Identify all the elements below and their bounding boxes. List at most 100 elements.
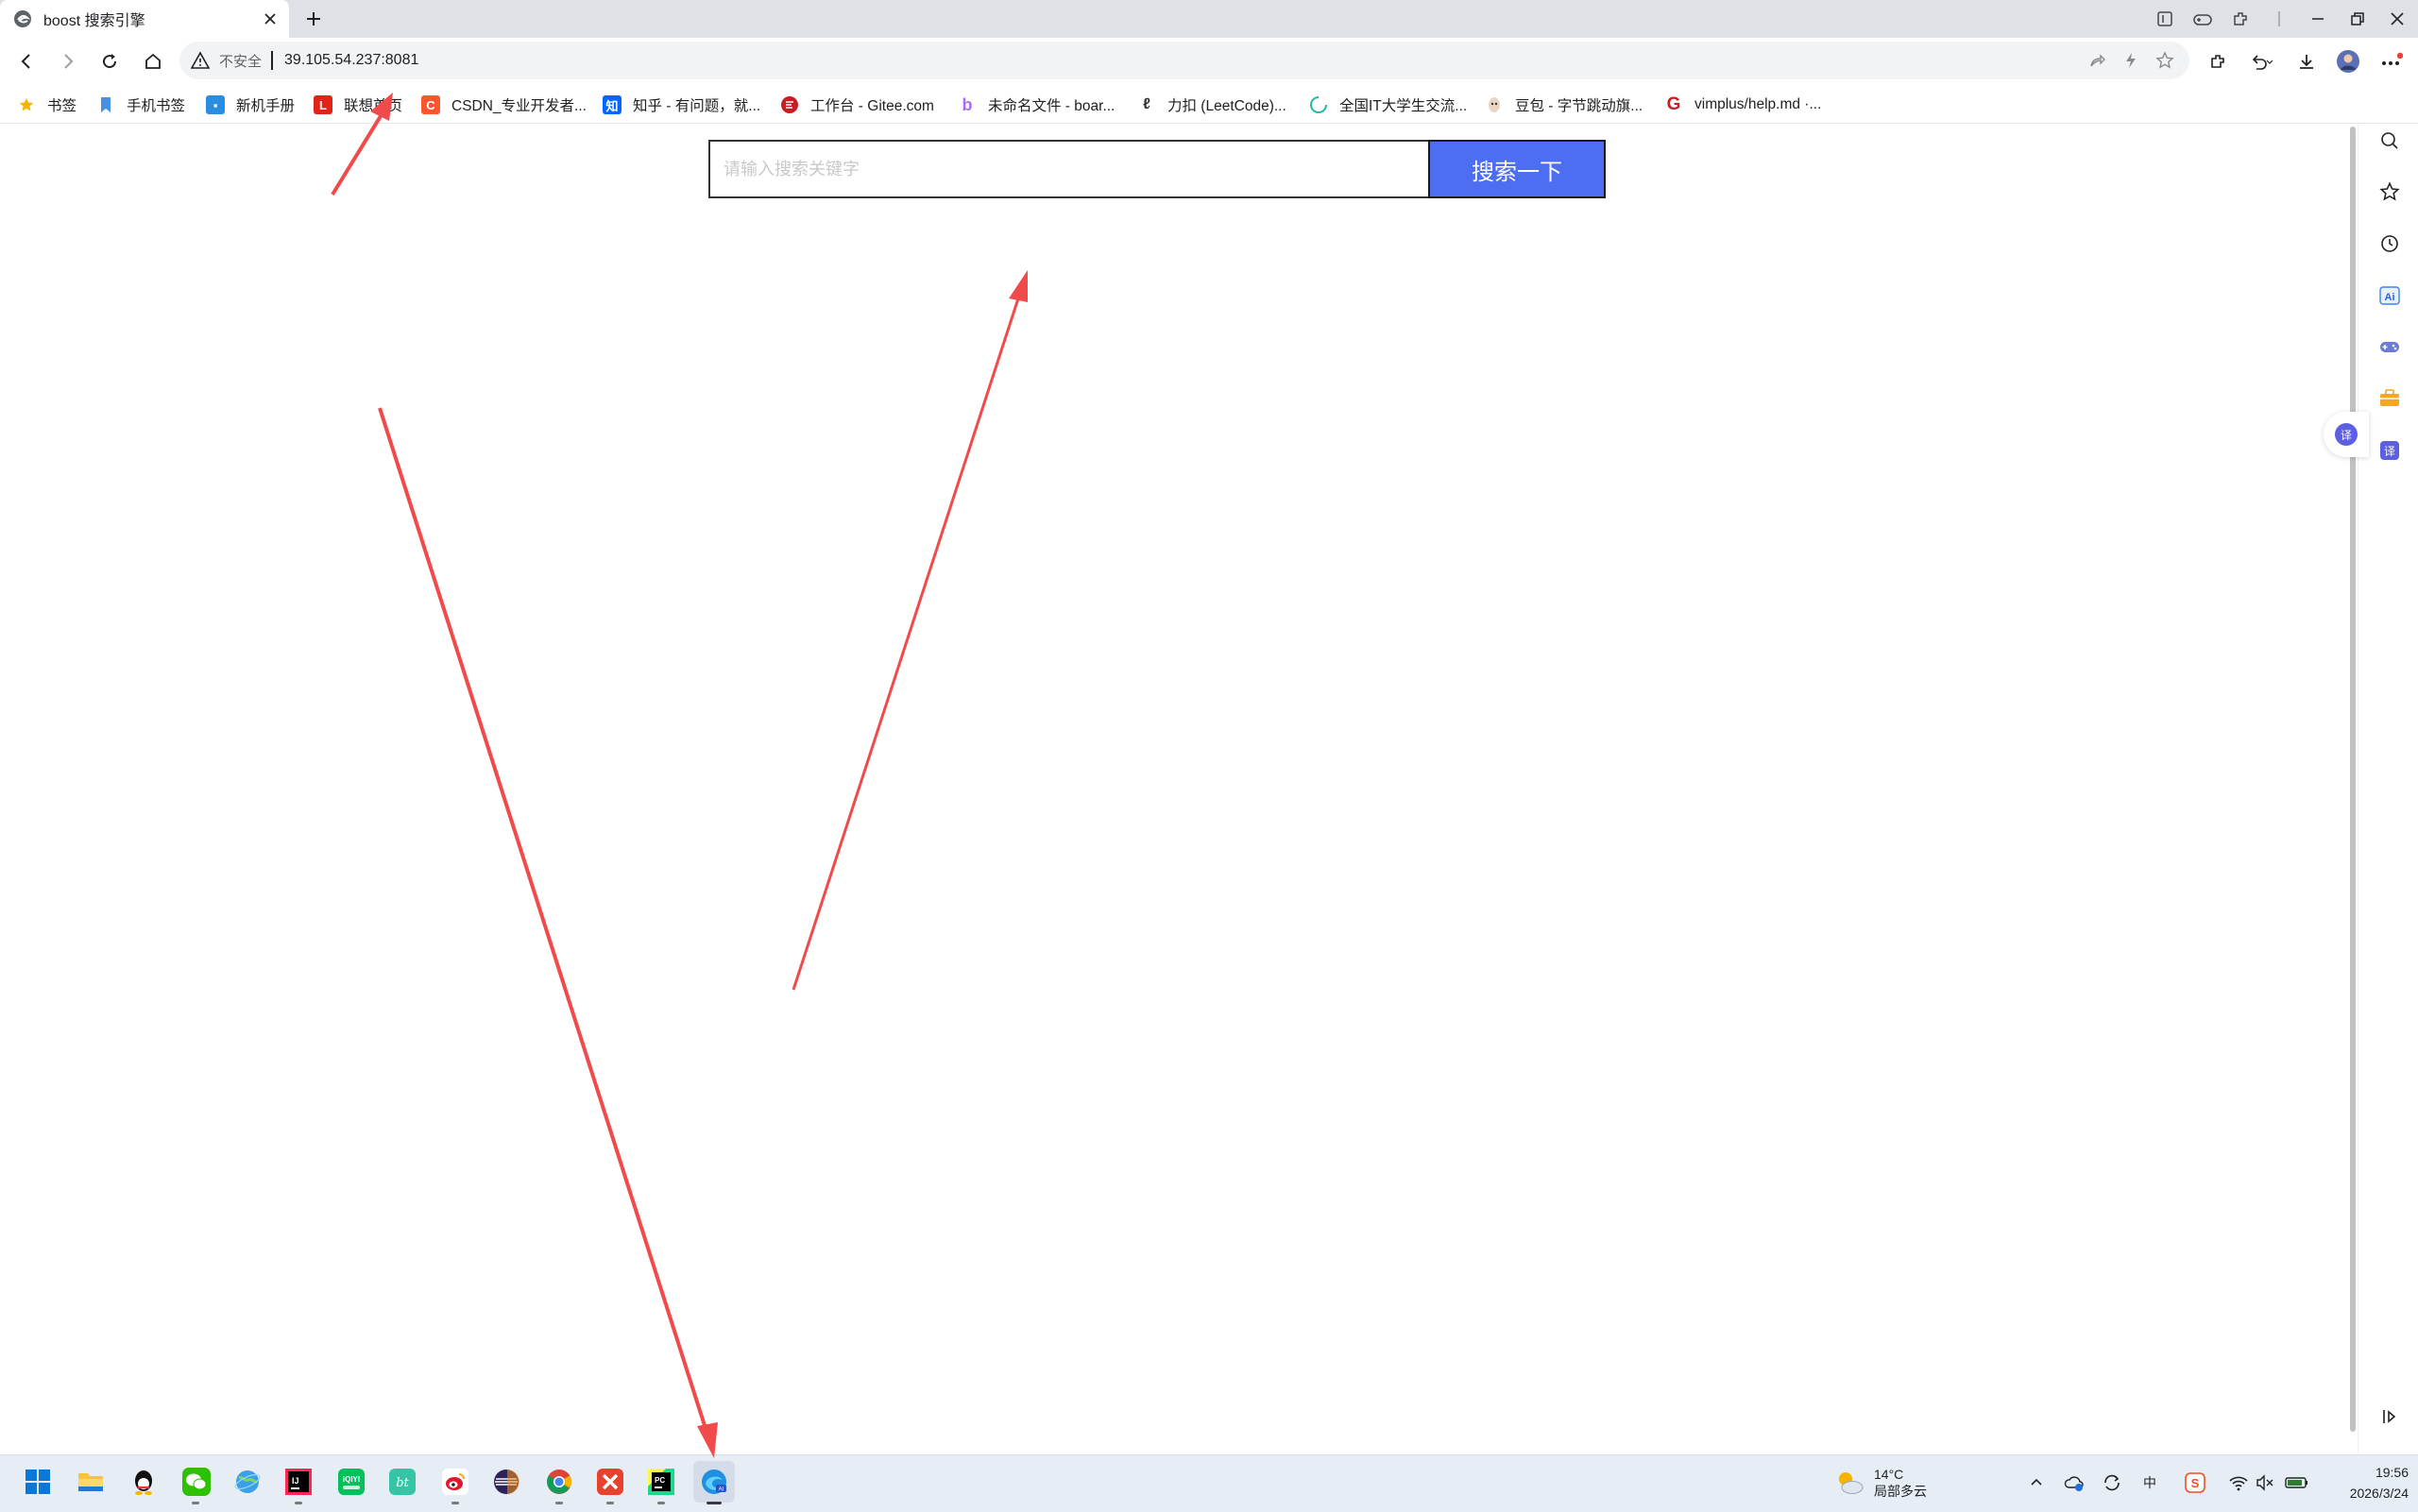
battery-icon[interactable] xyxy=(2284,1470,2310,1496)
bookmark-label: 联想首页 xyxy=(344,98,403,114)
speaker-muted-icon[interactable] xyxy=(2252,1470,2278,1496)
svg-text:IJ: IJ xyxy=(292,1476,299,1486)
search-button[interactable]: 搜索一下 xyxy=(1428,140,1606,198)
sogou-input-icon[interactable]: S xyxy=(2182,1470,2208,1496)
iqiyi-icon[interactable]: iQIYI xyxy=(331,1461,372,1503)
csdn-icon: C xyxy=(421,95,440,114)
sidebar-toolbox-icon[interactable] xyxy=(2373,382,2407,416)
sidebar-ai-icon[interactable]: Ai xyxy=(2373,279,2407,313)
edge-ai-browser-icon[interactable]: AI xyxy=(693,1461,735,1503)
search-input[interactable] xyxy=(708,140,1428,198)
bookmark-item[interactable]: L 联想首页 xyxy=(314,87,402,123)
reading-list-icon[interactable] xyxy=(2148,6,2182,32)
onedrive-cloud-icon[interactable] xyxy=(2061,1470,2087,1496)
scrollbar-thumb[interactable] xyxy=(2350,127,2356,1432)
chrome-icon[interactable] xyxy=(538,1461,580,1503)
bookmark-label: 豆包 - 字节跳动旗... xyxy=(1515,98,1643,114)
wechat-icon[interactable] xyxy=(176,1461,217,1503)
bookmark-item[interactable]: ▪ 新机手册 xyxy=(206,87,295,123)
browser-side-panel xyxy=(2358,124,2418,1453)
sidebar-translate-icon[interactable]: 译 xyxy=(2373,433,2407,467)
bookmark-item[interactable]: 知 知乎 - 有问题，就... xyxy=(603,87,760,123)
weather-temperature: 14°C xyxy=(1874,1467,1904,1482)
file-explorer-icon[interactable] xyxy=(70,1461,111,1503)
boardmix-icon: b xyxy=(962,94,973,114)
intellij-idea-icon[interactable]: IJ xyxy=(278,1461,319,1503)
sidebar-history-clock-icon[interactable] xyxy=(2373,227,2407,261)
running-indicator xyxy=(295,1502,302,1504)
sidebar-favorites-star-icon[interactable] xyxy=(2373,175,2407,209)
bookmark-label: 全国IT大学生交流... xyxy=(1339,98,1468,114)
sidebar-game-icon[interactable] xyxy=(2373,330,2407,364)
input-method-icon[interactable]: 中 xyxy=(2137,1470,2163,1496)
security-label[interactable]: 不安全 xyxy=(219,51,262,71)
new-tab-icon[interactable] xyxy=(300,6,327,32)
system-clock[interactable]: 19:56 2026/3/24 xyxy=(2339,1462,2409,1504)
page-content xyxy=(0,124,2342,1453)
running-indicator xyxy=(606,1502,614,1504)
minimize-window-icon[interactable] xyxy=(2301,6,2335,32)
bookmark-item[interactable]: 工作台 - Gitee.com xyxy=(780,87,934,123)
bookmark-item[interactable]: C CSDN_专业开发者... xyxy=(421,87,587,123)
svg-text:S: S xyxy=(2191,1476,2200,1490)
extensions-icon[interactable] xyxy=(2201,44,2235,78)
running-indicator xyxy=(451,1502,459,1504)
back-arrow-icon[interactable] xyxy=(9,44,43,78)
weather-description: 局部多云 xyxy=(1874,1484,1927,1499)
url-text[interactable]: 39.105.54.237:8081 xyxy=(284,52,418,69)
svg-text:AI: AI xyxy=(719,1487,724,1493)
qq-icon[interactable] xyxy=(123,1461,164,1503)
pycharm-icon[interactable]: PC xyxy=(640,1461,682,1503)
bookmark-item[interactable]: 豆包 - 字节跳动旗... xyxy=(1485,87,1643,123)
svg-text:iQIYI: iQIYI xyxy=(343,1475,360,1484)
sidebar-search-icon[interactable] xyxy=(2373,124,2407,158)
close-window-icon[interactable] xyxy=(2380,6,2414,32)
bookmark-star-icon[interactable] xyxy=(2152,47,2178,74)
browser-tab[interactable]: boost 搜索引擎 xyxy=(0,0,289,38)
bookmark-item[interactable]: ℓ 力扣 (LeetCode)... xyxy=(1137,87,1286,123)
zhihu-icon: 知 xyxy=(603,95,622,114)
gitee-icon xyxy=(780,95,799,114)
home-icon[interactable] xyxy=(136,44,170,78)
browser-globe-icon[interactable] xyxy=(227,1461,268,1503)
extensions-puzzle-icon[interactable] xyxy=(2223,6,2257,32)
forward-arrow-icon[interactable] xyxy=(51,44,85,78)
wifi-icon[interactable] xyxy=(2225,1470,2252,1496)
restore-window-icon[interactable] xyxy=(2341,6,2375,32)
floating-translate-button[interactable]: 译 xyxy=(2324,412,2369,457)
bookmark-item[interactable]: G vimplus/help.md ·... xyxy=(1664,87,1822,123)
lenovo-icon: L xyxy=(314,95,332,114)
xmind-icon[interactable] xyxy=(589,1461,631,1503)
share-icon[interactable] xyxy=(2084,47,2110,74)
download-icon[interactable] xyxy=(2290,44,2324,78)
game-controller-icon[interactable] xyxy=(2186,6,2220,32)
more-menu-icon[interactable] xyxy=(2375,44,2409,78)
clock-time: 19:56 xyxy=(2375,1465,2409,1480)
page-favicon-icon xyxy=(14,10,31,27)
leetcode-icon: ℓ xyxy=(1143,96,1150,112)
not-secure-warning-icon[interactable] xyxy=(191,51,210,70)
lightning-icon[interactable] xyxy=(2118,47,2144,74)
active-indicator xyxy=(707,1502,722,1504)
collapse-sidebar-icon[interactable] xyxy=(2373,1400,2407,1434)
doubao-icon xyxy=(1485,95,1504,114)
close-tab-icon[interactable] xyxy=(257,6,283,32)
weibo-icon[interactable] xyxy=(434,1461,476,1503)
tab-strip: boost 搜索引擎 xyxy=(0,0,2418,38)
bookmark-item[interactable]: 手机书签 xyxy=(96,87,185,123)
bookmark-item[interactable]: b 未命名文件 - boar... xyxy=(958,87,1115,123)
bt-icon[interactable]: bt xyxy=(382,1461,423,1503)
address-bar[interactable]: 不安全 39.105.54.237:8081 xyxy=(179,42,2189,79)
svg-text:bt: bt xyxy=(396,1476,409,1490)
profile-avatar[interactable] xyxy=(2331,44,2365,78)
bookmark-item[interactable]: 全国IT大学生交流... xyxy=(1309,87,1467,123)
reload-icon[interactable] xyxy=(93,44,127,78)
bookmark-label: CSDN_专业开发者... xyxy=(451,98,587,114)
bookmark-item[interactable]: 书签 xyxy=(17,87,77,123)
eclipse-icon[interactable] xyxy=(485,1461,527,1503)
weather-widget[interactable]: 14°C 局部多云 xyxy=(1834,1462,1927,1504)
windows-start-icon[interactable] xyxy=(17,1461,59,1503)
sync-icon[interactable] xyxy=(2099,1470,2125,1496)
show-hidden-icons-chevron-icon[interactable] xyxy=(2023,1470,2050,1496)
undo-close-tab-icon[interactable] xyxy=(2244,44,2278,78)
